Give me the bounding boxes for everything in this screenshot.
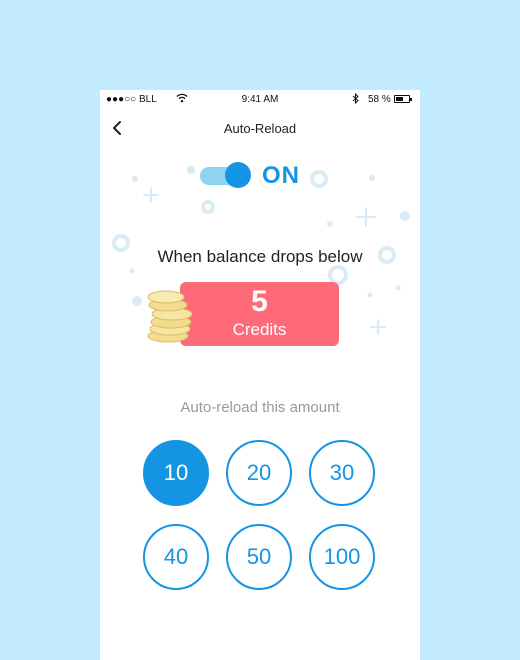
amount-option-100[interactable]: 100 — [309, 524, 375, 590]
amount-option-30[interactable]: 30 — [309, 440, 375, 506]
amount-option-50[interactable]: 50 — [226, 524, 292, 590]
amount-option-40[interactable]: 40 — [143, 524, 209, 590]
amount-option-10[interactable]: 10 — [143, 440, 209, 506]
reload-amount-options: 10 20 30 40 50 100 — [100, 90, 420, 660]
amount-option-20[interactable]: 20 — [226, 440, 292, 506]
phone-screen: ●●●○○ BLL 9:41 AM 58 % Auto-Reload ON Wh… — [100, 90, 420, 660]
